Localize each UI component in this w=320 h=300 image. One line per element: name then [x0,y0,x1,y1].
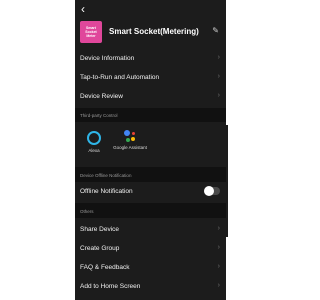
menu-item-label: Device Review [80,93,123,100]
chevron-right-icon: › [217,92,220,99]
menu-item-label: Add to Home Screen [80,283,141,290]
device-thumbnail: Smart Socket Meter [80,21,102,43]
menu-item-add-to-home-screen[interactable]: Add to Home Screen › [75,277,226,296]
menu-item-label: Create Group [80,245,120,252]
menu-item-create-group[interactable]: Create Group › [75,239,226,258]
chevron-right-icon: › [217,54,220,61]
menu-item-label: FAQ & Feedback [80,264,130,271]
menu-item-label: Tap-to-Run and Automation [80,74,160,81]
menu-item-tap-to-run[interactable]: Tap-to-Run and Automation › [75,68,226,87]
alexa-tile[interactable]: Alexa [77,131,111,153]
google-assistant-label: Google Assistant [113,145,147,150]
menu-item-label: Share Device [80,226,120,233]
section-header-others: Others [75,203,226,218]
thumb-line-3: Meter [86,34,96,38]
menu-item-device-review[interactable]: Device Review › [75,87,226,106]
alexa-label: Alexa [88,148,100,153]
google-assistant-icon [123,129,137,143]
offline-notification-toggle[interactable] [204,186,220,196]
offline-notification-row: Offline Notification [75,182,226,201]
device-name: Smart Socket(Metering) [109,27,199,36]
chevron-right-icon: › [217,282,220,289]
chevron-right-icon: › [217,263,220,270]
menu-item-label: Device Information [80,55,135,62]
chevron-right-icon: › [217,244,220,251]
menu-item-faq-feedback[interactable]: FAQ & Feedback › [75,258,226,277]
back-arrow-icon[interactable]: ‹ [81,3,93,15]
section-title: Others [80,209,94,214]
menu-item-device-information[interactable]: Device Information › [75,49,226,68]
section-header-third-party: Third-party Control [75,108,226,122]
chevron-right-icon: › [217,225,220,232]
offline-notification-label: Offline Notification [80,188,133,195]
section-title: Device Offline Notification [80,173,132,178]
alexa-icon [87,131,101,145]
pencil-icon[interactable]: ✎ [212,26,219,35]
scrollbar[interactable] [226,125,228,237]
device-header[interactable]: Smart Socket Meter Smart Socket(Metering… [80,21,221,45]
chevron-right-icon: › [217,73,220,80]
section-header-offline: Device Offline Notification [75,167,226,182]
device-settings-screen: ‹ Smart Socket Meter Smart Socket(Meteri… [75,0,226,300]
menu-item-share-device[interactable]: Share Device › [75,220,226,239]
section-title: Third-party Control [80,113,118,118]
google-assistant-tile[interactable]: Google Assistant [113,129,147,150]
